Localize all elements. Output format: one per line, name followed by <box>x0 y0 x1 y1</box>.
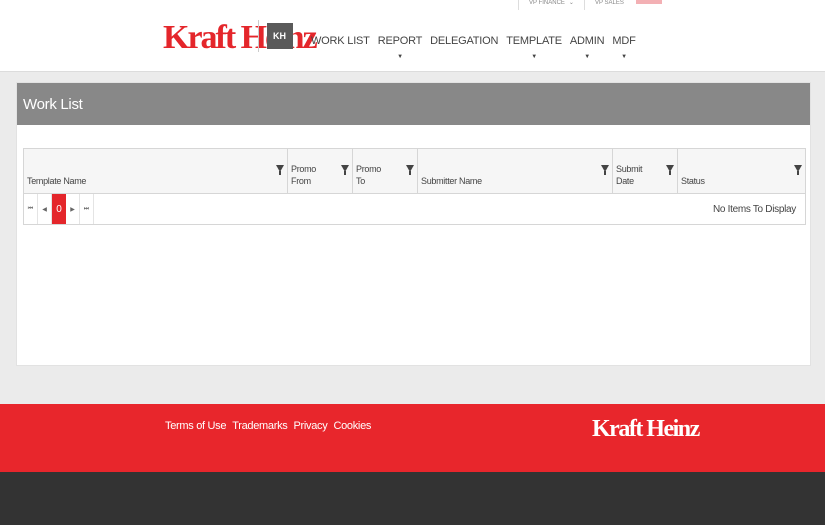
secondary-role-link[interactable]: VP SALES <box>583 0 634 10</box>
user-role-dropdown[interactable]: VP FINANCE ⌄ <box>518 0 584 10</box>
nav-item-report[interactable]: REPORT ▼ <box>377 35 423 60</box>
nav-label: MDF <box>612 35 636 47</box>
nav-label: REPORT <box>377 35 423 47</box>
footer-link-trademarks[interactable]: Trademarks <box>232 420 288 432</box>
column-header-submit-date[interactable]: Submit Date <box>613 149 678 193</box>
page-title: Work List <box>17 83 810 125</box>
grid-pager: ⏮ ◀ 0 ▶ ⏭ No Items To Display <box>24 194 805 224</box>
notification-indicator[interactable] <box>636 0 662 4</box>
bottom-bar <box>0 472 825 525</box>
column-label: Submit <box>616 164 643 174</box>
column-label: Promo <box>356 164 382 174</box>
column-header-promo-from[interactable]: Promo From <box>288 149 353 193</box>
filter-icon[interactable] <box>666 165 674 175</box>
next-page-button[interactable]: ▶ <box>66 194 80 224</box>
column-header-promo-to[interactable]: Promo To <box>353 149 418 193</box>
filter-icon[interactable] <box>794 165 802 175</box>
last-page-button[interactable]: ⏭ <box>80 194 94 224</box>
brand-badge-mark: KH <box>266 23 293 49</box>
chevron-down-icon: ⌄ <box>568 0 574 6</box>
prev-page-icon: ◀ <box>42 206 47 213</box>
column-label-line2: To <box>356 176 365 186</box>
caret-down-icon: ▼ <box>531 54 537 60</box>
nav-item-mdf[interactable]: MDF ▼ <box>612 35 636 60</box>
column-header-submitter-name[interactable]: Submitter Name <box>418 149 613 193</box>
work-list-grid: Template Name Promo From Promo To Submit… <box>23 148 806 225</box>
column-header-template-name[interactable]: Template Name <box>24 149 288 193</box>
nav-item-template[interactable]: TEMPLATE ▼ <box>506 35 562 60</box>
column-header-status[interactable]: Status <box>678 149 805 193</box>
filter-icon[interactable] <box>276 165 284 175</box>
column-label-line2: Date <box>616 176 634 186</box>
caret-down-icon: ▼ <box>584 54 591 60</box>
footer-link-privacy[interactable]: Privacy <box>293 420 327 432</box>
nav-item-admin[interactable]: ADMIN ▼ <box>569 35 605 60</box>
site-footer: Terms of Use Trademarks Privacy Cookies … <box>0 404 825 472</box>
work-list-panel: Work List Template Name Promo From Promo… <box>16 82 811 366</box>
main-nav: WORK LIST REPORT ▼ DELEGATION TEMPLATE ▼… <box>311 35 644 60</box>
caret-down-icon: ▼ <box>621 54 627 60</box>
nav-item-delegation[interactable]: DELEGATION <box>430 35 498 47</box>
brand-badge: KH <box>258 20 300 52</box>
top-utility-bar: VP FINANCE ⌄ VP SALES <box>518 0 662 10</box>
last-page-icon: ⏭ <box>83 205 90 212</box>
column-label: Submitter Name <box>421 176 482 186</box>
first-page-button[interactable]: ⏮ <box>24 194 38 224</box>
nav-label: TEMPLATE <box>506 35 562 47</box>
site-header: VP FINANCE ⌄ VP SALES Kraft Heinz KH WOR… <box>0 0 825 72</box>
caret-down-icon: ▼ <box>397 54 403 60</box>
prev-page-button[interactable]: ◀ <box>38 194 52 224</box>
nav-label: DELEGATION <box>430 35 499 47</box>
next-page-icon: ▶ <box>70 206 75 213</box>
column-label: Promo <box>291 164 317 174</box>
column-label-line2: From <box>291 176 311 186</box>
footer-logo: Kraft Heinz <box>592 416 700 442</box>
empty-grid-message: No Items To Display <box>712 203 796 215</box>
first-page-icon: ⏮ <box>27 205 34 212</box>
user-role-label: VP FINANCE <box>529 0 565 6</box>
nav-label: ADMIN <box>569 35 605 47</box>
filter-icon[interactable] <box>406 165 414 175</box>
filter-icon[interactable] <box>601 165 609 175</box>
grid-header-row: Template Name Promo From Promo To Submit… <box>24 149 805 194</box>
column-label: Template Name <box>27 176 87 186</box>
filter-icon[interactable] <box>341 165 349 175</box>
current-page-button[interactable]: 0 <box>52 194 66 224</box>
nav-item-work-list[interactable]: WORK LIST <box>311 35 370 47</box>
secondary-role-label: VP SALES <box>594 0 624 6</box>
nav-label: WORK LIST <box>311 35 370 47</box>
footer-links: Terms of Use Trademarks Privacy Cookies <box>165 420 371 432</box>
column-label: Status <box>681 176 705 186</box>
footer-link-terms[interactable]: Terms of Use <box>165 420 227 432</box>
footer-link-cookies[interactable]: Cookies <box>333 420 371 432</box>
